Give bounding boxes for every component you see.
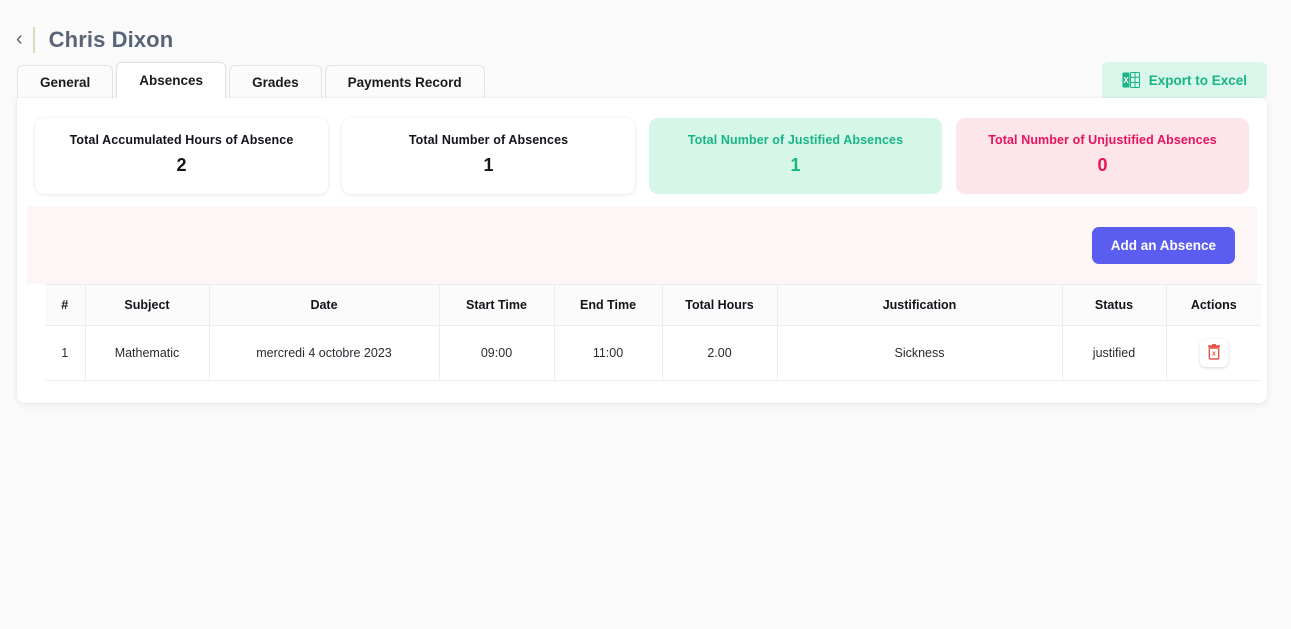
column-header-justification: Justification — [777, 284, 1063, 326]
cell-date: mercredi 4 octobre 2023 — [209, 325, 440, 381]
stat-label: Total Number of Unjustified Absences — [988, 133, 1217, 147]
header-divider — [32, 27, 35, 53]
add-absence-button[interactable]: Add an Absence — [1091, 226, 1235, 264]
column-header-total-hours: Total Hours — [662, 284, 778, 326]
stat-value: 0 — [1097, 155, 1108, 175]
stat-value: 1 — [790, 155, 801, 175]
cell-start-time: 09:00 — [439, 325, 555, 381]
table-head: # Subject Date Start Time End Time Total… — [45, 284, 1261, 326]
stat-card-justified-absences: Total Number of Justified Absences 1 — [649, 118, 942, 194]
cell-justification: Sickness — [777, 325, 1063, 381]
stat-label: Total Number of Absences — [408, 133, 569, 147]
tab-bar: General Absences Grades Payments Record … — [0, 62, 1291, 98]
column-header-date: Date — [209, 284, 440, 326]
export-to-excel-label: Export to Excel — [1148, 72, 1247, 88]
stat-label: Total Accumulated Hours of Absence — [69, 133, 294, 147]
chevron-left-icon[interactable]: ‹ — [14, 29, 33, 52]
svg-text:x: x — [1212, 350, 1216, 357]
page-header: ‹ Chris Dixon — [0, 0, 1291, 62]
action-band: Add an Absence — [27, 206, 1257, 284]
table-header-row: # Subject Date Start Time End Time Total… — [45, 284, 1261, 326]
table-body: 1 Mathematic mercredi 4 octobre 2023 09:… — [45, 325, 1261, 381]
column-header-actions: Actions — [1166, 284, 1261, 326]
svg-text:X: X — [1123, 76, 1129, 85]
column-header-subject: Subject — [85, 284, 210, 326]
cell-actions: x — [1166, 325, 1261, 381]
export-to-excel-button[interactable]: X Export to Excel — [1101, 62, 1267, 98]
cell-index: 1 — [45, 325, 86, 381]
table-row: 1 Mathematic mercredi 4 octobre 2023 09:… — [45, 325, 1261, 381]
stat-value: 2 — [176, 155, 187, 175]
column-header-index: # — [45, 284, 86, 326]
tab-general[interactable]: General — [17, 65, 114, 98]
page-title: Chris Dixon — [48, 27, 174, 52]
tab-payments-record[interactable]: Payments Record — [324, 65, 485, 98]
stats-row: Total Accumulated Hours of Absence 2 Tot… — [27, 118, 1257, 194]
cell-subject: Mathematic — [85, 325, 210, 381]
stat-card-total-hours: Total Accumulated Hours of Absence 2 — [35, 118, 328, 194]
delete-absence-button[interactable]: x — [1199, 339, 1228, 367]
stat-card-unjustified-absences: Total Number of Unjustified Absences 0 — [956, 118, 1249, 194]
column-header-start-time: Start Time — [439, 284, 555, 326]
absences-table: # Subject Date Start Time End Time Total… — [45, 284, 1261, 381]
tab-grades[interactable]: Grades — [229, 65, 322, 98]
excel-file-icon: X — [1122, 72, 1140, 88]
trash-delete-icon: x — [1207, 343, 1221, 363]
cell-total-hours: 2.00 — [662, 325, 778, 381]
cell-status: justified — [1062, 325, 1167, 381]
cell-end-time: 11:00 — [554, 325, 663, 381]
column-header-status: Status — [1062, 284, 1167, 326]
tab-absences[interactable]: Absences — [116, 62, 227, 98]
stat-card-total-absences: Total Number of Absences 1 — [342, 118, 635, 194]
stat-label: Total Number of Justified Absences — [687, 133, 904, 147]
column-header-end-time: End Time — [554, 284, 663, 326]
absences-panel: Total Accumulated Hours of Absence 2 Tot… — [17, 98, 1267, 403]
stat-value: 1 — [483, 155, 494, 175]
